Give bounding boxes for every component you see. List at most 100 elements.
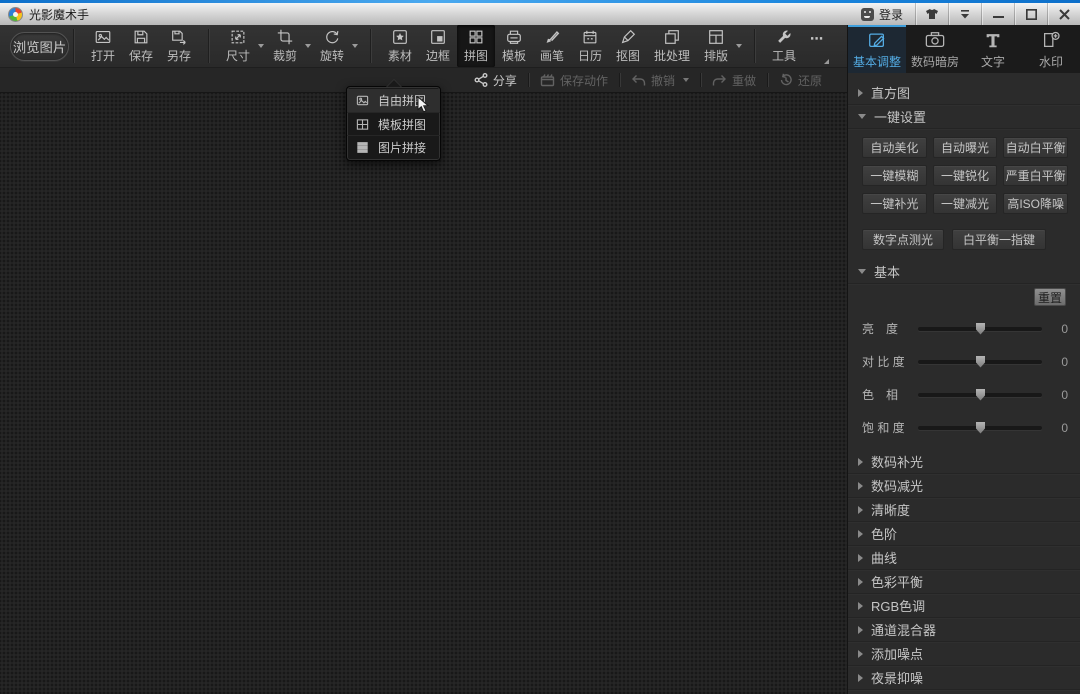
section-channel-mixer[interactable]: 通道混合器: [848, 618, 1080, 642]
section-histogram[interactable]: 直方图: [848, 81, 1080, 105]
undo-icon: [631, 74, 646, 87]
share-button[interactable]: 分享: [463, 68, 528, 92]
undo-button[interactable]: 撤销: [620, 68, 700, 92]
save-as-button[interactable]: 另存: [160, 25, 198, 67]
cutout-icon: [619, 28, 637, 46]
section-basic[interactable]: 基本: [848, 260, 1080, 284]
cutout-button[interactable]: 抠图: [609, 25, 647, 67]
rotate-icon: [323, 28, 341, 46]
window-title: 光影魔术手: [29, 6, 89, 23]
onekey-blur-button[interactable]: 一键模糊: [862, 165, 927, 186]
collage-button[interactable]: 拼图: [457, 25, 495, 67]
resize-dropdown-arrow[interactable]: [258, 44, 264, 48]
rotate-button[interactable]: 旋转: [313, 25, 351, 67]
section-onekey-settings[interactable]: 一键设置: [848, 105, 1080, 129]
section-grain-denoise[interactable]: 颗粒降噪: [848, 690, 1080, 694]
slider-thumb[interactable]: [976, 323, 985, 335]
tab-digital-darkroom[interactable]: 数码暗房: [906, 25, 964, 73]
contrast-slider[interactable]: [918, 360, 1042, 364]
close-button[interactable]: [1047, 3, 1080, 25]
tab-text[interactable]: 文字: [964, 25, 1022, 73]
section-digital-fill-light[interactable]: 数码补光: [848, 450, 1080, 474]
contrast-slider-row: 对 比 度 0: [862, 353, 1068, 370]
section-color-balance[interactable]: 色彩平衡: [848, 570, 1080, 594]
crop-dropdown-arrow[interactable]: [305, 44, 311, 48]
section-add-noise[interactable]: 添加噪点: [848, 642, 1080, 666]
saturation-slider-row: 饱 和 度 0: [862, 419, 1068, 436]
saturation-slider[interactable]: [918, 426, 1042, 430]
open-button[interactable]: 打开: [84, 25, 122, 67]
chevron-right-icon: [858, 554, 863, 562]
layout-dropdown-arrow[interactable]: [736, 44, 742, 48]
slider-thumb[interactable]: [976, 389, 985, 401]
save-button[interactable]: 保存: [122, 25, 160, 67]
restore-button[interactable]: 还原: [768, 68, 833, 92]
avatar-icon: [861, 8, 874, 21]
white-balance-one-touch-button[interactable]: 白平衡一指键: [952, 229, 1046, 250]
chevron-right-icon: [858, 626, 863, 634]
brightness-slider-row: 亮 度 0: [862, 320, 1068, 337]
reset-button[interactable]: 重置: [1034, 288, 1066, 306]
main-menu-button[interactable]: [948, 3, 981, 25]
toolbar-divider: [754, 29, 755, 63]
digital-spot-metering-button[interactable]: 数字点测光: [862, 229, 944, 250]
basic-body: 重置 亮 度 0 对 比 度 0 色 相 0: [848, 284, 1080, 450]
skin-button[interactable]: [915, 3, 948, 25]
main-toolbar: 浏览图片 打开 保存 另存 尺寸: [0, 25, 847, 68]
layout-button[interactable]: 排版: [697, 25, 735, 67]
save-action-button[interactable]: 保存动作: [529, 68, 619, 92]
chevron-right-icon: [858, 650, 863, 658]
tab-watermark[interactable]: 水印: [1022, 25, 1080, 73]
resize-icon: [229, 28, 247, 46]
titlebar[interactable]: 光影魔术手 登录: [0, 3, 1080, 25]
chevron-right-icon: [858, 458, 863, 466]
brightness-slider[interactable]: [918, 327, 1042, 331]
crop-button[interactable]: 裁剪: [266, 25, 304, 67]
browse-images-button[interactable]: 浏览图片: [10, 32, 69, 61]
more-button[interactable]: ⋯: [803, 27, 831, 66]
resize-button[interactable]: 尺寸: [219, 25, 257, 67]
high-iso-denoise-button[interactable]: 高ISO降噪: [1003, 193, 1068, 214]
tools-button[interactable]: 工具: [765, 25, 803, 67]
template-button[interactable]: 模板: [495, 25, 533, 67]
onekey-dim-light-button[interactable]: 一键减光: [933, 193, 998, 214]
section-clarity[interactable]: 清晰度: [848, 498, 1080, 522]
rotate-dropdown-arrow[interactable]: [352, 44, 358, 48]
batch-button[interactable]: 批处理: [647, 25, 697, 67]
redo-button[interactable]: 重做: [701, 68, 767, 92]
minimize-button[interactable]: [981, 3, 1014, 25]
app-logo-icon: [8, 7, 23, 22]
material-button[interactable]: 素材: [381, 25, 419, 67]
slider-thumb[interactable]: [976, 422, 985, 434]
hue-slider[interactable]: [918, 393, 1042, 397]
login-button[interactable]: 登录: [849, 3, 915, 25]
tab-basic-adjust[interactable]: 基本调整: [848, 25, 906, 73]
auto-white-balance-button[interactable]: 自动白平衡: [1003, 137, 1068, 158]
menu-item-template-collage[interactable]: 模板拼图: [347, 112, 440, 135]
basic-adjust-icon: [867, 30, 887, 50]
collage-dropdown-menu: 自由拼图 模板拼图 图片拼接: [346, 86, 441, 161]
brush-button[interactable]: 画笔: [533, 25, 571, 67]
auto-beautify-button[interactable]: 自动美化: [862, 137, 927, 158]
maximize-button[interactable]: [1014, 3, 1047, 25]
onekey-sharpen-button[interactable]: 一键锐化: [933, 165, 998, 186]
section-digital-dim-light[interactable]: 数码减光: [848, 474, 1080, 498]
section-levels[interactable]: 色阶: [848, 522, 1080, 546]
severe-white-balance-button[interactable]: 严重白平衡: [1003, 165, 1068, 186]
image-canvas[interactable]: [0, 93, 847, 694]
menu-item-image-stitch[interactable]: 图片拼接: [347, 135, 440, 158]
hue-slider-row: 色 相 0: [862, 386, 1068, 403]
slider-thumb[interactable]: [976, 356, 985, 368]
border-button[interactable]: 边框: [419, 25, 457, 67]
section-rgb-tone[interactable]: RGB色调: [848, 594, 1080, 618]
chevron-down-icon: [858, 114, 866, 119]
panel-tabs: 基本调整 数码暗房 文字 水印: [848, 25, 1080, 73]
menu-item-free-collage[interactable]: 自由拼图: [347, 89, 440, 112]
batch-icon: [663, 28, 681, 46]
undo-dropdown-arrow[interactable]: [683, 78, 689, 82]
auto-exposure-button[interactable]: 自动曝光: [933, 137, 998, 158]
calendar-button[interactable]: 日历: [571, 25, 609, 67]
section-curves[interactable]: 曲线: [848, 546, 1080, 570]
onekey-fill-light-button[interactable]: 一键补光: [862, 193, 927, 214]
section-night-noise-suppress[interactable]: 夜景抑噪: [848, 666, 1080, 690]
